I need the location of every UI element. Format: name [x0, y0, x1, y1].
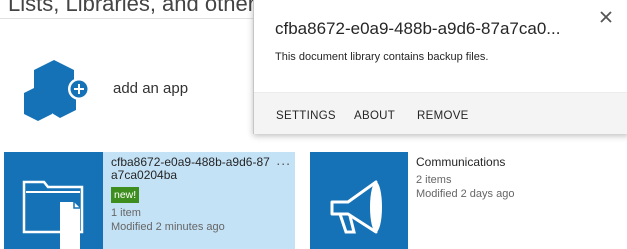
site-contents-page: Lists, Libraries, and other Apps add an …	[0, 0, 627, 249]
add-app-button[interactable]: add an app	[24, 56, 244, 124]
callout-description: This document library contains backup fi…	[275, 51, 489, 63]
settings-link[interactable]: SETTINGS	[276, 110, 336, 122]
tile-icon-box	[4, 152, 103, 249]
add-app-label: add an app	[113, 80, 189, 97]
tile-text: cfba8672-e0a9-488b-a9d6-87a7ca0204ba new…	[111, 156, 291, 234]
add-app-hexagon-icon	[24, 60, 90, 121]
tile-icon-box	[310, 152, 408, 249]
close-icon[interactable]	[599, 10, 613, 24]
document-library-icon	[22, 180, 84, 249]
tile-title[interactable]: Communications	[416, 156, 616, 169]
remove-link[interactable]: REMOVE	[417, 110, 469, 122]
callout-title: cfba8672-e0a9-488b-a9d6-87a7ca0...	[275, 19, 561, 38]
tile-text: Communications 2 items Modified 2 days a…	[416, 156, 616, 201]
tile-modified: Modified 2 days ago	[416, 188, 515, 200]
tile-item-count: 2 items	[416, 174, 452, 186]
megaphone-icon	[330, 180, 382, 234]
tile-title[interactable]: cfba8672-e0a9-488b-a9d6-87a7ca0204ba	[111, 156, 271, 182]
callout-action-bar: SETTINGS ABOUT REMOVE	[254, 92, 627, 134]
tile-menu-ellipsis-icon[interactable]: ...	[276, 152, 291, 168]
about-link[interactable]: ABOUT	[354, 110, 395, 122]
new-badge: new!	[111, 187, 140, 203]
app-tile-communications[interactable]: Communications 2 items Modified 2 days a…	[310, 152, 627, 249]
tile-item-count: 1 item	[111, 207, 141, 219]
app-tile-document-library[interactable]: cfba8672-e0a9-488b-a9d6-87a7ca0204ba new…	[4, 152, 295, 249]
app-details-callout: cfba8672-e0a9-488b-a9d6-87a7ca0... This …	[253, 0, 627, 134]
tile-modified: Modified 2 minutes ago	[111, 221, 225, 233]
